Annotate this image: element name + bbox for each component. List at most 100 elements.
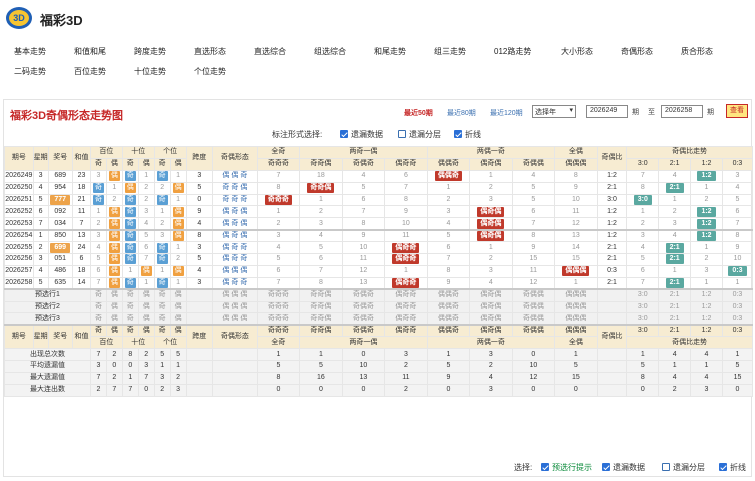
form-cell: 偶 奇 偶: [212, 205, 258, 219]
form-char: 偶: [231, 291, 239, 299]
two-odd-cell: 6: [341, 193, 386, 207]
cell-value: 10: [733, 255, 742, 263]
checkbox-icon[interactable]: [719, 463, 727, 471]
nav-item[interactable]: 大小形态: [561, 46, 593, 57]
checkbox-icon[interactable]: [662, 463, 670, 471]
cell-value: 1: [318, 196, 323, 203]
nav-item[interactable]: 组选综合: [314, 46, 346, 57]
digit-cell: 2: [90, 217, 107, 231]
nav-item[interactable]: 百位走势: [74, 66, 106, 77]
all-even-cell: 12: [554, 217, 598, 231]
week-cell: 4: [32, 181, 49, 195]
ratio-cell: 0:3: [596, 264, 628, 278]
nav-item[interactable]: 个位走势: [194, 66, 226, 77]
cell-value: 5: [531, 184, 536, 192]
nav-item[interactable]: 012路走势: [494, 46, 531, 57]
cell-value: 7: [531, 219, 536, 227]
nav-item[interactable]: 十位走势: [134, 66, 166, 77]
bottom-options-label: 选择:: [514, 463, 533, 472]
nav-item[interactable]: 跨度走势: [134, 46, 166, 57]
digit-cell: 1: [121, 264, 139, 278]
hit-badge: 偶: [172, 206, 184, 217]
nav-item[interactable]: 奇偶形态: [621, 46, 653, 57]
nav-item[interactable]: 直选综合: [254, 46, 286, 57]
cell-value: 1: [176, 172, 181, 180]
cell-value: 8: [640, 184, 645, 192]
option-missing-layer[interactable]: 遗漏分层: [398, 129, 441, 140]
two-even-cell: 6: [511, 205, 556, 219]
predict-digit: 奇: [153, 288, 171, 302]
checkbox-icon[interactable]: [602, 463, 610, 471]
hit-badge: 偶: [108, 242, 120, 253]
two-even-cell: 5: [511, 181, 556, 195]
ratio-trend-cell: 8: [721, 228, 754, 243]
option-missing-data[interactable]: 遗漏数据: [602, 462, 645, 473]
cell-value: 9: [735, 243, 740, 251]
option-missing-layer[interactable]: 遗漏分层: [662, 462, 705, 473]
col-subheader: 奇偶偶: [511, 157, 556, 171]
table-row: 2026253 7 034 7 2 偶奇 4 2 偶 4 偶 奇 偶 2 3 8 10 4 偶奇偶 7 12 1:2 2…: [4, 217, 754, 231]
checkbox-icon[interactable]: [340, 130, 348, 138]
col-subheader: 偶: [105, 323, 123, 338]
form-char: 偶: [222, 172, 230, 180]
nav-item[interactable]: 直选形态: [194, 46, 226, 57]
nav-item[interactable]: 和尾走势: [374, 46, 406, 57]
stats-value: 15: [721, 371, 754, 385]
ratio-trend-cell: 6: [626, 264, 660, 278]
option-line[interactable]: 折线: [719, 462, 746, 473]
checkbox-icon[interactable]: [541, 463, 549, 471]
col-header-issue: 期号: [4, 146, 34, 171]
stats-empty: [596, 383, 628, 397]
hit-badge: 奇奇偶: [307, 183, 335, 194]
predict-all-odd: 奇奇奇: [256, 312, 301, 326]
option-missing-data[interactable]: 遗漏数据: [340, 129, 383, 140]
checkbox-icon[interactable]: [454, 130, 462, 138]
ratio-trend-cell: 1: [690, 181, 723, 195]
col-header-span: 跨度: [185, 323, 214, 350]
nav-item[interactable]: 基本走势: [14, 46, 46, 57]
to-issue-input[interactable]: 2026258: [661, 105, 703, 118]
query-button[interactable]: 查看: [726, 104, 748, 118]
period-label: 期: [632, 109, 639, 116]
predict-ratio-trend: 1:2: [690, 300, 723, 314]
cell-value: 092: [54, 207, 67, 215]
digit-cell: 偶: [105, 253, 123, 266]
checkbox-icon[interactable]: [398, 130, 406, 138]
all-even-cell: 1: [554, 276, 598, 290]
stats-empty: [185, 360, 214, 373]
option-line[interactable]: 折线: [454, 129, 481, 140]
predict-ratio-trend: 1:2: [690, 288, 723, 302]
year-select[interactable]: 选择年 ▾: [532, 105, 576, 118]
from-issue-input[interactable]: 2026249: [586, 105, 628, 118]
predict-form: 偶 偶 偶: [212, 300, 258, 314]
period-link-50[interactable]: 最近50期: [404, 108, 433, 118]
period-link-120[interactable]: 最近120期: [490, 108, 523, 118]
table-row: 2026257 4 486 18 6 偶 1 偶 1 偶 4 偶 偶 偶 6 7 12 1 8 3 11 偶偶偶 0:3…: [4, 264, 754, 278]
nav-item[interactable]: 质合形态: [681, 46, 713, 57]
form-char: 偶: [240, 207, 248, 215]
period-link-80[interactable]: 最近80期: [447, 108, 476, 118]
stats-empty: [185, 383, 214, 397]
ratio-trend-cell: 7: [626, 276, 660, 290]
cell-value: 8: [318, 278, 323, 286]
cell-value: 5: [144, 231, 149, 239]
hit-badge: 偶: [108, 254, 120, 265]
stats-value: 7: [137, 371, 155, 385]
two-odd-cell: 4: [341, 169, 386, 183]
nav-item[interactable]: 组三走势: [434, 46, 466, 57]
nav-item[interactable]: 和值和尾: [74, 46, 106, 57]
option-predict-hint[interactable]: 预选行提示: [541, 462, 592, 473]
nav-item[interactable]: 二码走势: [14, 66, 46, 77]
col-subheader: 0:3: [721, 323, 754, 338]
stats-value: 2: [105, 348, 123, 362]
form-char: 奇: [231, 196, 239, 203]
ratio-trend-cell: 1:2: [690, 205, 723, 219]
cell-value: 8: [403, 196, 408, 203]
ratio-trend-cell: 2: [690, 193, 723, 207]
digit-cell: 奇: [153, 241, 171, 255]
digit-cell: 偶: [121, 181, 139, 195]
stats-value: 11: [384, 371, 428, 385]
cell-value: 4: [144, 219, 149, 227]
ratio-trend-cell: 1:2: [690, 217, 723, 231]
col-subheader: 奇: [153, 157, 171, 171]
